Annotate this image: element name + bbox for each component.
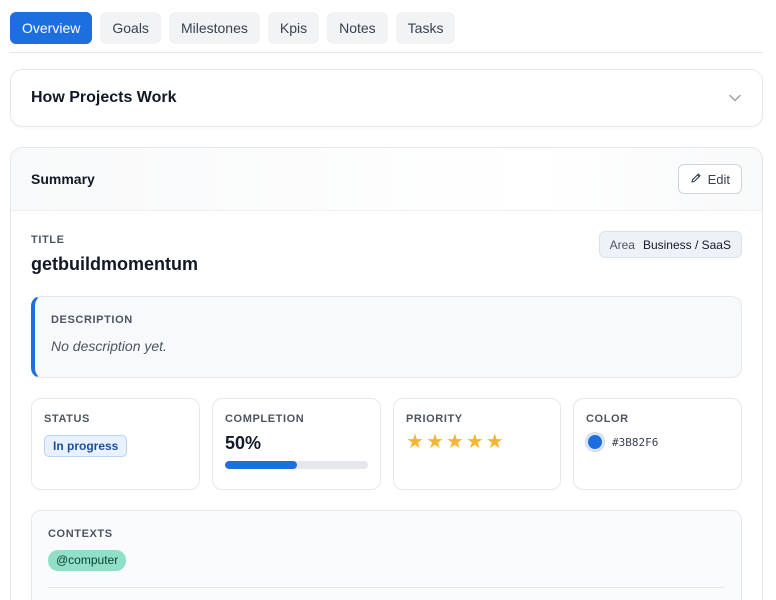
area-value: Business / SaaS [642,237,731,252]
contexts-box: CONTEXTS @computer [31,510,742,600]
area-key: Area [609,237,635,252]
chevron-down-icon[interactable] [728,91,742,105]
color-swatch [586,433,604,451]
tab-kpis[interactable]: Kpis [267,12,320,44]
progress-fill [225,461,297,469]
accordion-title: How Projects Work [31,89,177,106]
star-icon: ★ [485,431,504,453]
pencil-icon [690,172,702,187]
completion-value: 50% [225,433,262,453]
description-text: No description yet. [51,338,167,354]
title-label: TITLE [31,234,65,246]
edit-button[interactable]: Edit [677,164,742,194]
priority-card: PRIORITY ★ ★ ★ ★ ★ [393,398,561,490]
description-label: DESCRIPTION [51,314,133,326]
tab-overview[interactable]: Overview [10,12,93,44]
how-projects-work-accordion[interactable]: How Projects Work [10,69,763,127]
divider [48,587,725,588]
completion-card: COMPLETION 50% [212,398,381,490]
star-icon: ★ [445,431,464,453]
project-title: getbuildmomentum [31,254,198,274]
priority-stars: ★ ★ ★ ★ ★ [406,431,548,453]
edit-label: Edit [707,171,730,187]
priority-label: PRIORITY [406,413,463,425]
tab-bar: Overview Goals Milestones Kpis Notes Tas… [10,12,763,53]
tab-notes[interactable]: Notes [327,12,388,44]
color-card: COLOR #3B82F6 [573,398,742,490]
color-label: COLOR [586,413,629,425]
contexts-label: CONTEXTS [48,528,113,540]
status-card: STATUS In progress [31,398,200,490]
summary-title: Summary [31,171,95,187]
color-row: #3B82F6 [586,433,729,451]
tab-goals[interactable]: Goals [100,12,161,44]
tab-tasks[interactable]: Tasks [395,12,456,44]
tab-milestones[interactable]: Milestones [168,12,260,44]
summary-header: Summary Edit [11,148,762,211]
completion-progress-bar [225,461,368,469]
star-icon: ★ [406,431,424,453]
completion-label: COMPLETION [225,413,305,425]
status-label: STATUS [44,413,90,425]
context-badge[interactable]: @computer [48,550,127,571]
star-icon: ★ [425,431,444,453]
stats-row: STATUS In progress COMPLETION 50% PRIORI… [31,398,742,490]
status-badge: In progress [44,435,128,457]
summary-card: Summary Edit TITLE getbuildmomentum Area… [10,147,763,600]
star-icon: ★ [465,431,484,453]
project-page: Overview Goals Milestones Kpis Notes Tas… [0,0,776,600]
color-hex: #3B82F6 [612,435,659,449]
area-badge: Area Business / SaaS [598,231,742,258]
description-box: DESCRIPTION No description yet. [31,296,742,378]
